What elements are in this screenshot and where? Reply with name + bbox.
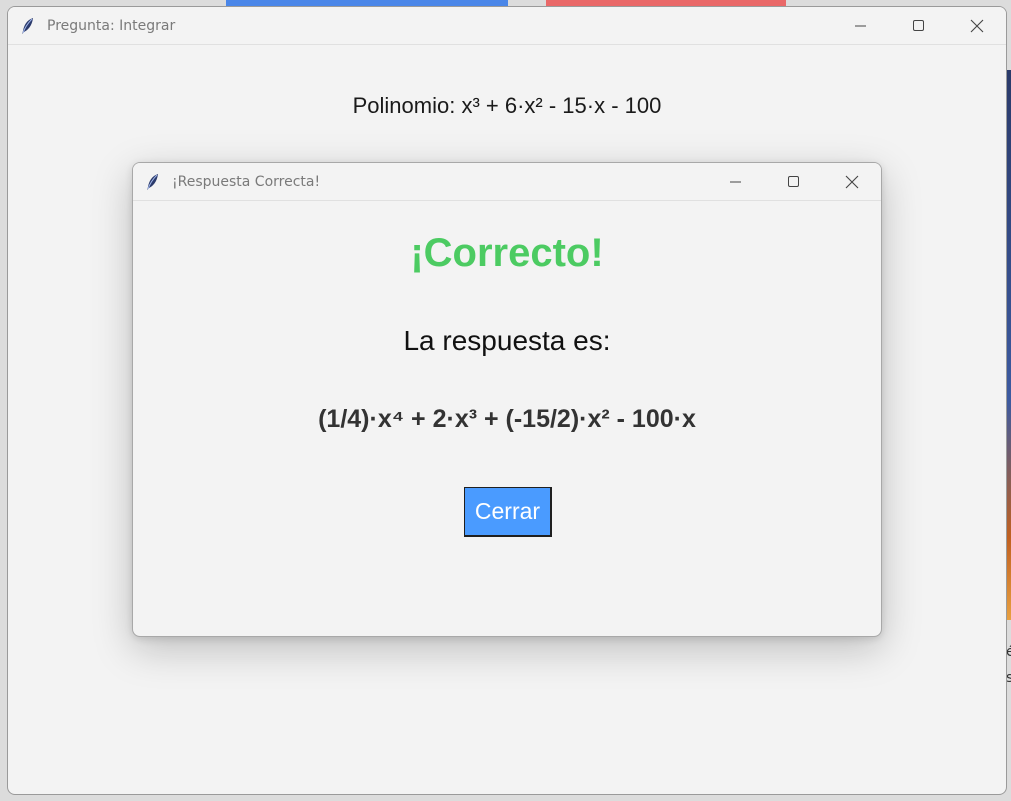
main-window-title: Pregunta: Integrar bbox=[47, 17, 176, 34]
feather-icon bbox=[145, 173, 161, 191]
main-titlebar[interactable]: Pregunta: Integrar bbox=[8, 7, 1006, 45]
dialog-controls bbox=[707, 163, 881, 201]
maximize-button[interactable] bbox=[890, 7, 948, 45]
maximize-button[interactable] bbox=[765, 163, 823, 201]
minimize-button[interactable] bbox=[707, 163, 765, 201]
minimize-icon bbox=[730, 181, 741, 183]
maximize-icon bbox=[913, 20, 924, 31]
close-window-button[interactable] bbox=[823, 163, 881, 201]
background-image-edge bbox=[1007, 70, 1011, 620]
dialog-title: ¡Respuesta Correcta! bbox=[172, 173, 321, 190]
answer-label: La respuesta es: bbox=[403, 325, 611, 356]
polynomial-label: Polinomio: x³ + 6·x² - 15·x - 100 bbox=[352, 93, 662, 118]
feather-icon bbox=[20, 17, 36, 35]
close-icon bbox=[845, 175, 859, 189]
dialog-titlebar[interactable]: ¡Respuesta Correcta! bbox=[133, 163, 881, 201]
main-window-controls bbox=[832, 7, 1006, 45]
correct-heading: ¡Correcto! bbox=[410, 231, 604, 275]
correct-answer-dialog: ¡Respuesta Correcta! ¡Correcto! La respu… bbox=[132, 162, 882, 637]
minimize-button[interactable] bbox=[832, 7, 890, 45]
dialog-body: ¡Correcto! La respuesta es: (1/4)·x⁴ + 2… bbox=[133, 201, 881, 636]
close-icon bbox=[970, 19, 984, 33]
minimize-icon bbox=[855, 25, 866, 27]
close-window-button[interactable] bbox=[948, 7, 1006, 45]
maximize-icon bbox=[788, 176, 799, 187]
close-button[interactable]: Cerrar bbox=[464, 487, 552, 537]
answer-value: (1/4)·x⁴ + 2·x³ + (-15/2)·x² - 100·x bbox=[318, 405, 696, 433]
